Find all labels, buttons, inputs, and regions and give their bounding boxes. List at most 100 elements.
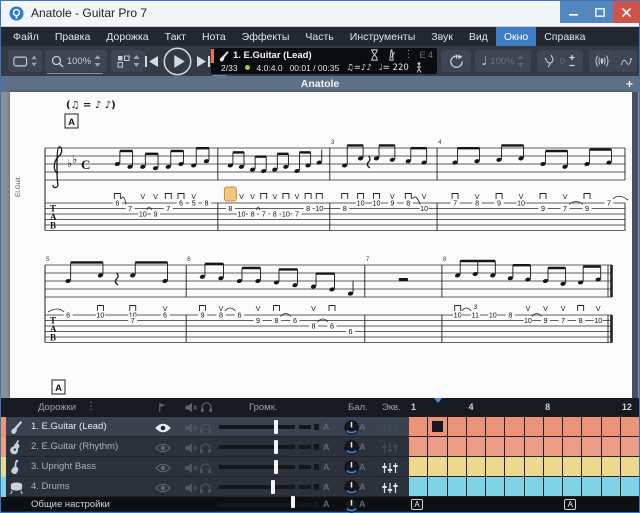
bar-cell[interactable] bbox=[525, 477, 543, 496]
volume-automation-label[interactable]: A bbox=[323, 482, 330, 492]
bar-cell[interactable] bbox=[467, 417, 485, 436]
balance-automation-label[interactable]: A bbox=[359, 422, 366, 432]
volume-slider-handle[interactable] bbox=[274, 420, 278, 434]
mute-icon[interactable] bbox=[184, 442, 198, 454]
bar-cell[interactable] bbox=[428, 437, 446, 456]
play-button[interactable] bbox=[162, 46, 193, 77]
menu-item-effects[interactable]: Эффекты bbox=[234, 27, 298, 46]
bar-cell[interactable] bbox=[621, 417, 639, 436]
volume-slider[interactable] bbox=[219, 437, 321, 457]
active-document-tab[interactable]: Anatole bbox=[1, 78, 639, 90]
bar-cell[interactable] bbox=[602, 417, 620, 436]
menu-item-file[interactable]: Файл bbox=[5, 27, 47, 46]
bar-cell[interactable] bbox=[505, 477, 523, 496]
menu-item-note[interactable]: Нота bbox=[194, 27, 234, 46]
close-button[interactable] bbox=[613, 1, 640, 23]
bar-cell[interactable] bbox=[582, 457, 600, 476]
solo-headphones-icon[interactable] bbox=[200, 402, 213, 413]
solo-headphones-icon[interactable] bbox=[199, 443, 212, 454]
bar-cell[interactable] bbox=[563, 437, 581, 456]
track-visibility-eye-icon[interactable] bbox=[155, 482, 171, 494]
bar-cell[interactable] bbox=[602, 437, 620, 456]
menu-item-edit[interactable]: Правка bbox=[47, 27, 98, 46]
bar-cell[interactable] bbox=[525, 457, 543, 476]
bar-cell[interactable] bbox=[582, 437, 600, 456]
volume-slider-handle[interactable] bbox=[274, 440, 278, 454]
mute-icon[interactable] bbox=[184, 422, 198, 434]
balance-knob[interactable] bbox=[344, 498, 359, 513]
bar-cell[interactable] bbox=[428, 417, 446, 436]
lcd-menu-icon[interactable]: ⋮ bbox=[403, 50, 413, 60]
track-visibility-eye-icon[interactable] bbox=[155, 422, 171, 434]
maximize-button[interactable] bbox=[586, 1, 613, 23]
bar-cell[interactable] bbox=[544, 417, 562, 436]
bar-cell[interactable] bbox=[544, 457, 562, 476]
menu-item-window[interactable]: Окно bbox=[496, 27, 536, 46]
bar-cell[interactable] bbox=[486, 477, 504, 496]
track-name[interactable]: 1. E.Guitar (Lead) bbox=[31, 421, 107, 432]
master-balance-automation-label[interactable]: A bbox=[359, 499, 366, 509]
volume-automation-label[interactable]: A bbox=[323, 462, 330, 472]
bar-cell[interactable] bbox=[602, 457, 620, 476]
menu-item-tools[interactable]: Инструменты bbox=[342, 27, 423, 46]
bar-cell[interactable] bbox=[409, 417, 427, 436]
bar-cell[interactable] bbox=[563, 477, 581, 496]
playback-position-triangle[interactable] bbox=[434, 398, 442, 403]
bar-cell[interactable] bbox=[467, 457, 485, 476]
section-marker-badge[interactable]: A bbox=[564, 499, 576, 510]
track-name[interactable]: 2. E.Guitar (Rhythm) bbox=[31, 441, 118, 452]
bar-cell[interactable] bbox=[467, 437, 485, 456]
go-to-end-button[interactable] bbox=[195, 54, 212, 69]
view-mode-button[interactable] bbox=[8, 50, 42, 72]
bar-cell[interactable] bbox=[621, 477, 639, 496]
bar-cell[interactable] bbox=[409, 437, 427, 456]
bar-cell[interactable] bbox=[428, 457, 446, 476]
metronome-icon[interactable] bbox=[386, 49, 397, 61]
bar-cell[interactable] bbox=[409, 457, 427, 476]
bar-cell[interactable] bbox=[621, 457, 639, 476]
balance-knob[interactable] bbox=[344, 420, 359, 435]
go-to-start-button[interactable] bbox=[143, 54, 160, 69]
bar-cell[interactable] bbox=[582, 417, 600, 436]
bar-cell[interactable] bbox=[505, 417, 523, 436]
master-volume-slider[interactable] bbox=[219, 495, 321, 513]
whammy-button[interactable] bbox=[615, 50, 637, 72]
balance-knob[interactable] bbox=[344, 480, 359, 495]
bar-cell[interactable] bbox=[448, 437, 466, 456]
menu-item-sound[interactable]: Звук bbox=[423, 27, 461, 46]
volume-automation-label[interactable]: A bbox=[323, 422, 330, 432]
bar-cell[interactable] bbox=[448, 417, 466, 436]
lcd-display[interactable]: 1. E.Guitar (Lead) ⋮ E 4 2/33 4.0:4.0 00… bbox=[211, 48, 437, 74]
autoscroll-flag-icon[interactable] bbox=[157, 402, 168, 413]
playback-speed-control[interactable]: ♩ 100% bbox=[475, 50, 531, 72]
score-scrollbar[interactable] bbox=[632, 92, 638, 398]
bar-cell[interactable] bbox=[486, 437, 504, 456]
menu-item-section[interactable]: Часть bbox=[297, 27, 341, 46]
bar-cell[interactable] bbox=[544, 437, 562, 456]
plus-minus-stepper-icon[interactable] bbox=[568, 54, 576, 69]
menu-item-bar[interactable]: Такт bbox=[157, 27, 194, 46]
solo-headphones-icon[interactable] bbox=[199, 483, 212, 494]
eq-icon[interactable] bbox=[382, 422, 398, 434]
resonance-button[interactable] bbox=[589, 50, 615, 72]
bar-cell[interactable] bbox=[582, 477, 600, 496]
menu-item-view[interactable]: Вид bbox=[461, 27, 496, 46]
bar-cell[interactable] bbox=[409, 477, 427, 496]
master-volume-automation-label[interactable]: A bbox=[323, 499, 330, 509]
bar-cell[interactable] bbox=[486, 457, 504, 476]
countdown-hourglass-icon[interactable] bbox=[369, 49, 380, 61]
balance-automation-label[interactable]: A bbox=[359, 482, 366, 492]
tuning-control[interactable]: 0 bbox=[537, 50, 583, 72]
mixer-track-row[interactable]: 1. E.Guitar (Lead) A A bbox=[1, 417, 409, 437]
track-visibility-eye-icon[interactable] bbox=[155, 442, 171, 454]
zoom-control[interactable]: 100% bbox=[45, 50, 107, 72]
solo-headphones-icon[interactable] bbox=[199, 463, 212, 474]
mixer-track-row[interactable]: 4. DrumsAA bbox=[1, 477, 409, 497]
balance-knob[interactable] bbox=[344, 460, 359, 475]
bar-cells[interactable] bbox=[409, 417, 639, 497]
mixer-track-row[interactable]: 3. Upright BassAA bbox=[1, 457, 409, 477]
bar-cell[interactable] bbox=[525, 437, 543, 456]
volume-slider[interactable] bbox=[219, 457, 321, 477]
eq-icon[interactable] bbox=[382, 442, 398, 454]
volume-automation-label[interactable]: A bbox=[323, 442, 330, 452]
